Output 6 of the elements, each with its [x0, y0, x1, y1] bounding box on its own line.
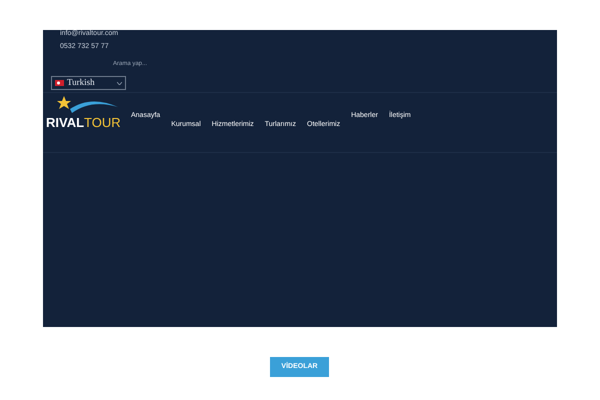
chevron-down-icon [117, 82, 122, 84]
logo-text: RIVAL [46, 116, 84, 130]
logo-text: TOUR [84, 116, 121, 130]
flag-icon [55, 80, 64, 86]
logo[interactable]: RIVALTOUR [46, 95, 126, 135]
language-select[interactable]: Turkish [51, 76, 126, 90]
